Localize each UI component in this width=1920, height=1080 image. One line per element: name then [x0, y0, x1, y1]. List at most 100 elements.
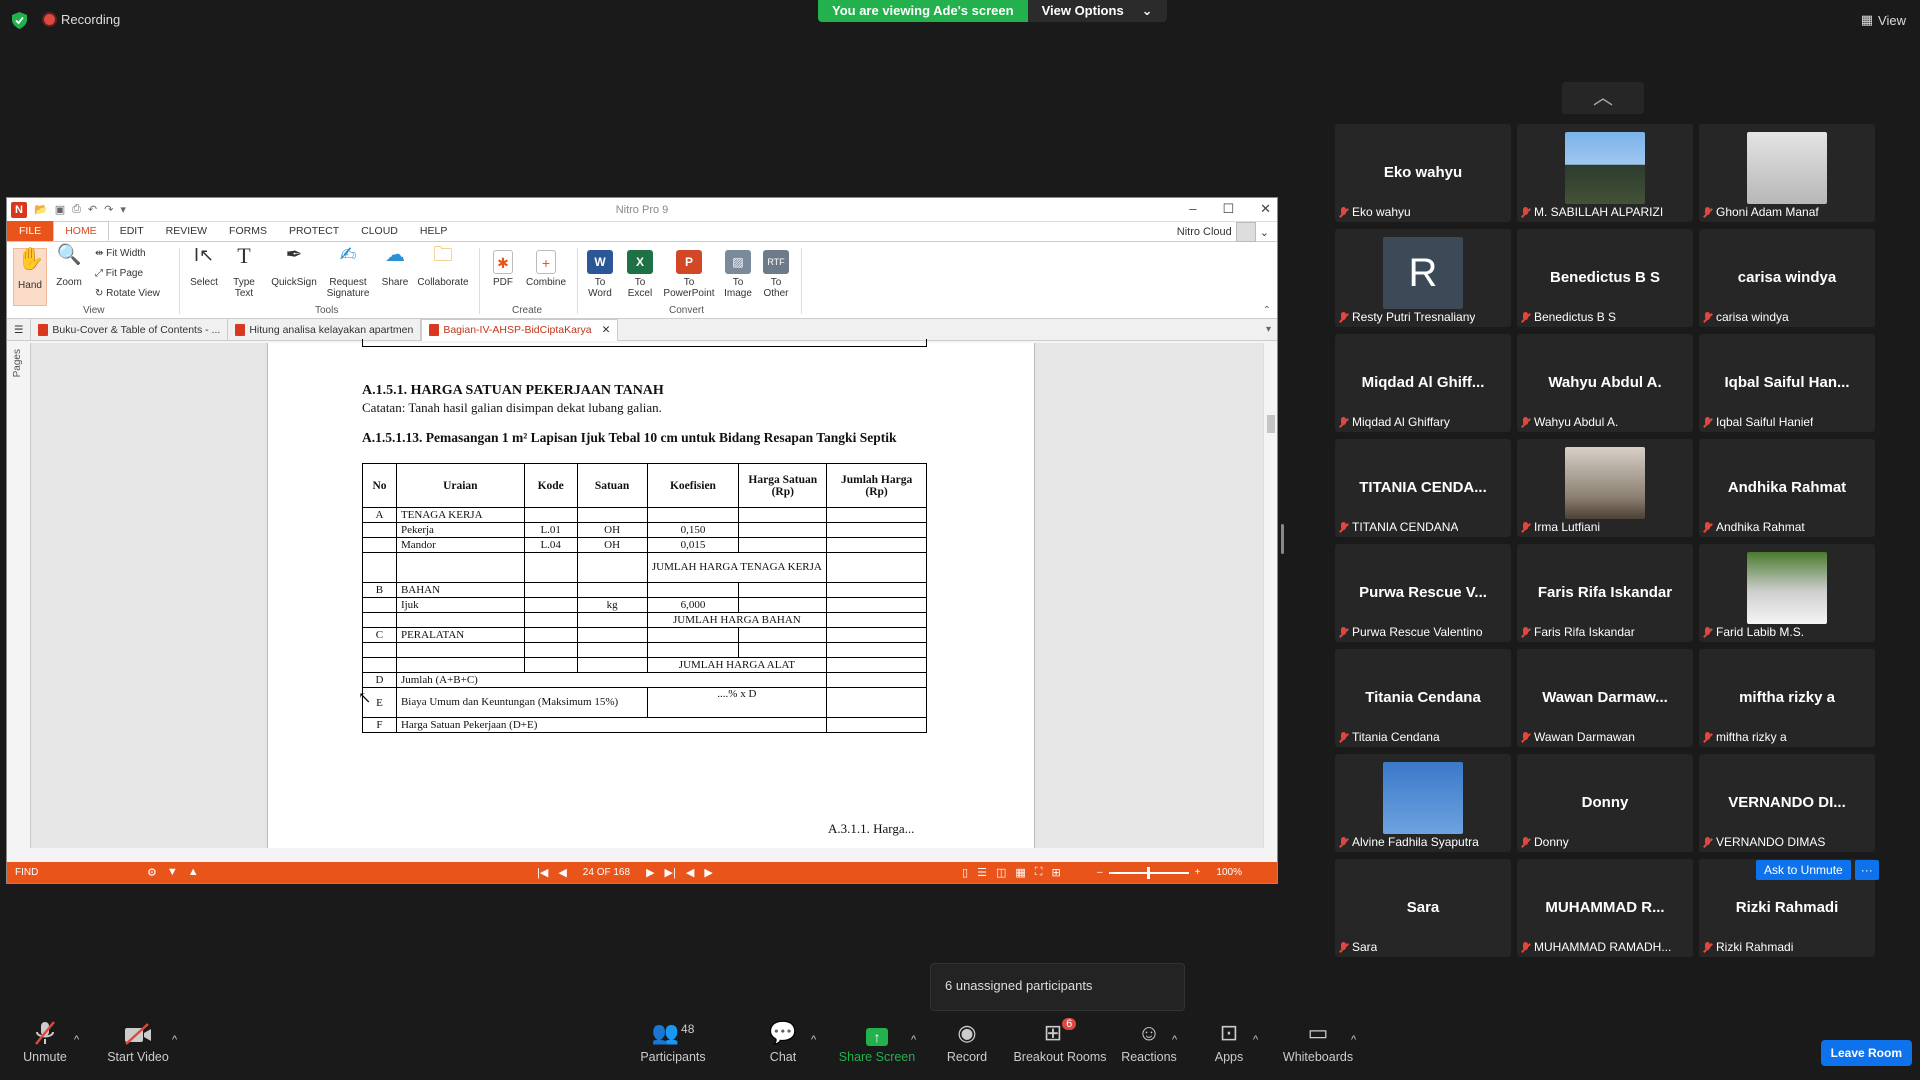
zoom-slider[interactable]: – + 100% — [1097, 866, 1242, 879]
participant-tile[interactable]: Faris Rifa Iskandar Faris Rifa Iskandar — [1517, 544, 1693, 642]
participant-tile[interactable]: Purwa Rescue V... Purwa Rescue Valentino — [1335, 544, 1511, 642]
participant-tile[interactable]: Sara Sara — [1335, 859, 1511, 957]
document-viewport[interactable]: Pages A.1.5.1. HARGA SATUAN PEKERJAAN TA… — [7, 339, 1277, 848]
facing-icon[interactable]: ◫ — [996, 866, 1006, 879]
split-view-handle[interactable] — [1281, 524, 1284, 554]
tab-edit[interactable]: EDIT — [109, 221, 155, 241]
participant-tile[interactable]: R Resty Putri Tresnaliany — [1335, 229, 1511, 327]
participant-tile[interactable]: Titania Cendana Titania Cendana — [1335, 649, 1511, 747]
tab-list-icon[interactable]: ☰ — [7, 318, 32, 341]
shield-icon[interactable] — [12, 12, 27, 29]
quicksign-button[interactable]: ✒ QuickSign — [269, 245, 319, 288]
leave-room-button[interactable]: Leave Room — [1820, 1040, 1912, 1066]
reactions-button[interactable]: ☺ Reactions — [1104, 1016, 1194, 1064]
tab-forms[interactable]: FORMS — [218, 221, 278, 241]
view-button[interactable]: ▦ View — [1861, 12, 1906, 28]
participant-tile[interactable]: Irma Lutfiani — [1517, 439, 1693, 537]
chevron-up-icon[interactable]: ^ — [1253, 1034, 1258, 1046]
zoom-level[interactable]: 100% — [1216, 867, 1242, 878]
gear-icon[interactable]: ⚙ — [147, 866, 157, 879]
scrollbar-thumb[interactable] — [1267, 415, 1275, 433]
tab-file[interactable]: FILE — [7, 221, 54, 241]
to-word-button[interactable]: W To Word — [583, 250, 617, 299]
forward-icon[interactable]: ▶ — [704, 866, 712, 879]
participant-tile[interactable]: miftha rizky a miftha rizky a — [1699, 649, 1875, 747]
prev-page-icon[interactable]: ◀ — [558, 866, 566, 879]
participant-tile[interactable]: Miqdad Al Ghiff... Miqdad Al Ghiffary — [1335, 334, 1511, 432]
document-tab[interactable]: Buku-Cover & Table of Contents - ... — [31, 318, 229, 341]
participant-tile[interactable]: Wahyu Abdul A. Wahyu Abdul A. — [1517, 334, 1693, 432]
participant-tile[interactable]: Andhika Rahmat Andhika Rahmat — [1699, 439, 1875, 537]
tab-protect[interactable]: PROTECT — [278, 221, 350, 241]
start-video-button[interactable]: Start Video — [93, 1016, 183, 1064]
document-tab-active[interactable]: Bagian-IV-AHSP-BidCiptaKarya ✕ — [421, 318, 619, 341]
tab-review[interactable]: REVIEW — [155, 221, 218, 241]
find-button[interactable]: FIND — [15, 867, 38, 878]
request-signature-button[interactable]: ✍ Request Signature — [323, 245, 373, 299]
record-button[interactable]: ◉ Record — [922, 1016, 1012, 1064]
fit-width-button[interactable]: ⇹ Fit Width — [95, 248, 146, 259]
page-counter[interactable]: 24 OF 168 — [583, 867, 630, 878]
participant-tile[interactable]: Benedictus B S Benedictus B S — [1517, 229, 1693, 327]
participant-tile[interactable]: Ghoni Adam Manaf — [1699, 124, 1875, 222]
to-image-button[interactable]: ▨ To Image — [721, 250, 755, 299]
recording-indicator[interactable]: Recording — [44, 12, 120, 27]
zoom-in-icon[interactable]: + — [1195, 867, 1201, 878]
chevron-up-icon[interactable]: ^ — [1172, 1034, 1177, 1046]
to-powerpoint-button[interactable]: P To PowerPoint — [659, 250, 719, 299]
nitro-cloud-account[interactable]: Nitro Cloud ⌄ — [1177, 222, 1269, 242]
fullscreen-icon[interactable]: ⛶ — [1035, 866, 1043, 879]
minimize-icon[interactable]: – — [1189, 201, 1196, 217]
participant-tile[interactable]: TITANIA CENDA... TITANIA CENDANA — [1335, 439, 1511, 537]
participant-tile[interactable]: Wawan Darmaw... Wawan Darmawan — [1517, 649, 1693, 747]
facing-continuous-icon[interactable]: ▦ — [1015, 866, 1025, 879]
participant-tile[interactable]: Iqbal Saiful Han... Iqbal Saiful Hanief — [1699, 334, 1875, 432]
pdf-page[interactable]: A.1.5.1. HARGA SATUAN PEKERJAAN TANAH Ca… — [267, 339, 1035, 848]
fit-page-button[interactable]: ⤢ Fit Page — [95, 268, 143, 279]
collaborate-button[interactable]: 🗀 Collaborate — [415, 245, 471, 288]
close-icon[interactable]: ✕ — [1260, 201, 1271, 217]
view-options-button[interactable]: View Options ⌄ — [1027, 0, 1167, 22]
chevron-up-icon[interactable]: ^ — [1351, 1034, 1356, 1046]
chevron-up-icon[interactable]: ^ — [911, 1034, 916, 1046]
zoom-out-icon[interactable]: – — [1097, 867, 1103, 878]
participant-tile[interactable]: Donny Donny — [1517, 754, 1693, 852]
last-page-icon[interactable]: ▶| — [665, 866, 676, 879]
apps-button[interactable]: ⊡ Apps — [1184, 1016, 1274, 1064]
type-text-button[interactable]: T Type Text — [229, 245, 259, 300]
find-next-icon[interactable]: ▼ — [167, 866, 178, 879]
gallery-scroll-up-button[interactable]: ︿ — [1562, 82, 1644, 114]
document-tab[interactable]: Hitung analisa kelayakan apartmen — [228, 318, 422, 341]
chevron-down-icon[interactable]: ▾ — [1266, 324, 1271, 335]
pages-panel[interactable]: Pages — [7, 343, 31, 848]
tab-help[interactable]: HELP — [409, 221, 458, 241]
participant-tile[interactable]: Eko wahyu Eko wahyu — [1335, 124, 1511, 222]
first-page-icon[interactable]: |◀ — [537, 866, 548, 879]
create-pdf-button[interactable]: ✱ PDF — [487, 250, 519, 288]
single-page-icon[interactable]: ▯ — [962, 866, 968, 879]
share-screen-button[interactable]: ↑ Share Screen — [832, 1016, 922, 1064]
chevron-up-icon[interactable]: ^ — [811, 1034, 816, 1046]
back-icon[interactable]: ◀ — [686, 866, 694, 879]
select-button[interactable]: I↖ Select — [189, 246, 219, 288]
zoom-thumb[interactable] — [1146, 866, 1150, 879]
chevron-up-icon[interactable]: ^ — [74, 1034, 79, 1046]
find-prev-icon[interactable]: ▲ — [188, 866, 199, 879]
zoom-button[interactable]: 🔍 Zoom — [53, 245, 85, 288]
collapse-ribbon-icon[interactable]: ⌃ — [1263, 305, 1271, 316]
zoom-track[interactable] — [1108, 866, 1189, 879]
next-page-icon[interactable]: ▶ — [646, 866, 654, 879]
breakout-rooms-button[interactable]: ⊞ 6 Breakout Rooms — [1010, 1016, 1110, 1064]
split-icon[interactable]: ⊞ — [1051, 866, 1060, 879]
combine-button[interactable]: + Combine — [523, 250, 569, 288]
participant-tile[interactable]: Alvine Fadhila Syaputra — [1335, 754, 1511, 852]
tab-home[interactable]: HOME — [53, 221, 109, 241]
tab-cloud[interactable]: CLOUD — [350, 221, 409, 241]
participant-tile[interactable]: VERNANDO DI... VERNANDO DIMAS — [1699, 754, 1875, 852]
participant-tile[interactable]: carisa windya carisa windya — [1699, 229, 1875, 327]
participant-tile[interactable]: Farid Labib M.S. — [1699, 544, 1875, 642]
hand-button[interactable]: ✋ Hand — [13, 248, 47, 306]
chevron-up-icon[interactable]: ^ — [172, 1034, 177, 1046]
rotate-view-button[interactable]: ↻ Rotate View — [95, 288, 160, 299]
participants-button[interactable]: 👥 48 Participants — [628, 1016, 718, 1064]
